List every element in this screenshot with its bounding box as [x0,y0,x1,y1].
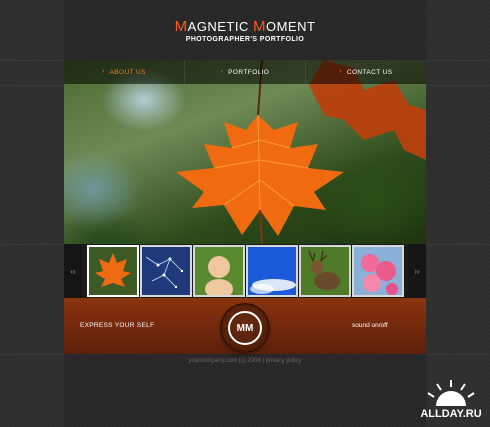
footer-text: yourcompany.com (c) 2008 | privacy polic… [188,358,302,364]
thumb-autumn-leaf[interactable] [87,245,139,297]
thumb-deer[interactable] [299,245,351,297]
arrow-right-icon: › [102,69,105,75]
arrow-right-icon: › [220,69,224,75]
nav-item-about[interactable]: › ABOUT US [64,60,185,84]
sound-toggle[interactable]: sound on/off [352,322,388,329]
mm-logo: MM [228,311,262,345]
scroll-left-button[interactable]: ‹‹ [64,244,82,298]
watermark-text: ALLDAY.RU [420,408,482,420]
hero-image [64,60,426,244]
mm-logo-button[interactable]: MM [222,305,268,351]
thumb-pink-blossoms[interactable] [352,245,404,297]
site-title: Magnetic Moment [174,18,316,35]
thumb-blue-sky[interactable] [246,245,298,297]
maple-leaf-photo [176,60,426,244]
site-subtitle: PHOTOGRAPHER'S PORTFOLIO [185,36,305,43]
nav-item-contact[interactable]: › CONTACT US [306,60,426,84]
thumb-baby[interactable] [193,245,245,297]
scroll-right-button[interactable]: ›› [408,244,426,298]
baby-thumb-image [195,247,243,295]
sky-thumb-image [248,247,296,295]
star-map-thumb-image [142,247,190,295]
main-nav: › ABOUT US › PORTFOLIO › CONTACT US [64,60,426,84]
tagline: EXPRESS YOUR SELF [80,322,155,329]
site-brand: Magnetic Moment PHOTOGRAPHER'S PORTFOLIO [64,18,426,43]
sunburst-icon [427,380,475,406]
nav-item-portfolio[interactable]: › PORTFOLIO [185,60,306,84]
watermark: ALLDAY.RU [412,378,490,427]
leaf-thumb-image [89,247,137,295]
arrow-right-icon: › [339,69,342,75]
blossom-thumb-image [354,247,402,295]
thumb-constellation-map[interactable] [140,245,192,297]
deer-thumb-image [301,247,349,295]
